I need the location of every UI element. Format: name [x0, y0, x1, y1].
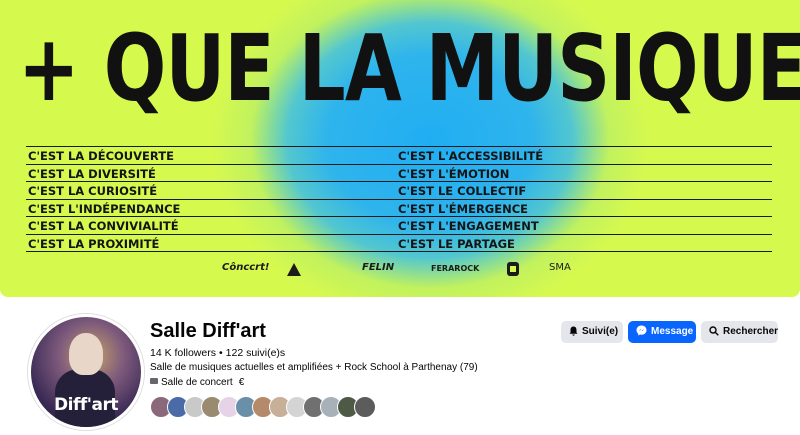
cover-slogans: C'EST LA DÉCOUVERTE C'EST L'ACCESSIBILIT… — [26, 146, 772, 252]
slogan-row: C'EST LA DIVERSITÉ C'EST L'ÉMOTION — [26, 163, 772, 182]
follower-stats: 14 K followers • 122 suivi(e)s — [150, 347, 285, 359]
page-category: Salle de concert € — [150, 377, 244, 388]
follower-avatar[interactable] — [354, 396, 376, 418]
search-button-label: Rechercher — [723, 326, 779, 337]
slogan-right: C'EST L'ACCESSIBILITÉ — [398, 149, 544, 163]
slogan-row: C'EST LA DÉCOUVERTE C'EST L'ACCESSIBILIT… — [26, 146, 772, 164]
profile-avatar[interactable]: Diff'art — [28, 314, 144, 430]
ferarock-logo: FERAROCK — [431, 264, 480, 273]
slogan-left: C'EST L'INDÉPENDANCE — [28, 201, 181, 216]
emblem-logo — [505, 261, 521, 277]
slogan-left: C'EST LA DIVERSITÉ — [28, 166, 156, 181]
page-bio: Salle de musiques actuelles et amplifiée… — [150, 362, 478, 373]
following-count-link[interactable]: 122 suivi(e)s — [226, 347, 286, 359]
concert-logo: Cônccrt! — [222, 262, 270, 273]
page-name: Salle Diff'art — [150, 320, 266, 342]
slogan-right: C'EST L'ENGAGEMENT — [398, 219, 539, 233]
avatar-logo-text: Diff'art — [54, 395, 118, 415]
search-icon — [709, 325, 719, 339]
partner-logos: Cônccrt! FELIN FERAROCK SMA — [0, 258, 800, 284]
message-button-label: Message — [651, 326, 694, 337]
follow-button-label: Suivi(e) — [582, 326, 619, 337]
search-button[interactable]: Rechercher — [701, 321, 778, 343]
followers-count-link[interactable]: 14 K followers — [150, 347, 216, 359]
message-button[interactable]: Message — [628, 321, 696, 343]
felin-logo: FELIN — [362, 262, 395, 273]
slogan-left: C'EST LA CURIOSITÉ — [28, 184, 158, 198]
slogan-right: C'EST L'ÉMERGENCE — [398, 201, 529, 216]
federation-logo — [286, 261, 302, 277]
slogan-right: C'EST LE COLLECTIF — [398, 184, 527, 198]
slogan-row: C'EST LA PROXIMITÉ C'EST LE PARTAGE — [26, 233, 772, 252]
slogan-row: C'EST L'INDÉPENDANCE C'EST L'ÉMERGENCE — [26, 198, 772, 217]
slogan-right: C'EST L'ÉMOTION — [398, 166, 510, 181]
slogan-left: C'EST LA CONVIVIALITÉ — [28, 219, 179, 233]
cover-photo[interactable]: + QUE LA MUSIQUE C'EST LA DÉCOUVERTE C'E… — [0, 0, 800, 297]
slogan-left: C'EST LA DÉCOUVERTE — [28, 149, 174, 163]
slogan-row: C'EST LA CURIOSITÉ C'EST LE COLLECTIF — [26, 181, 772, 199]
messenger-icon — [636, 325, 647, 339]
category-label[interactable]: Salle de concert — [161, 377, 233, 388]
slogan-left: C'EST LA PROXIMITÉ — [28, 236, 160, 251]
briefcase-icon — [150, 378, 158, 384]
follow-button[interactable]: Suivi(e) — [561, 321, 623, 343]
slogan-right: C'EST LE PARTAGE — [398, 236, 515, 251]
slogan-row: C'EST LA CONVIVIALITÉ C'EST L'ENGAGEMENT — [26, 216, 772, 234]
sma-logo: SMA — [549, 262, 571, 273]
cover-title: + QUE LA MUSIQUE — [18, 15, 800, 122]
bell-icon — [569, 326, 578, 339]
price-range: € — [238, 377, 245, 388]
avatar-figure-head — [69, 333, 103, 375]
stats-separator: • — [218, 347, 223, 359]
